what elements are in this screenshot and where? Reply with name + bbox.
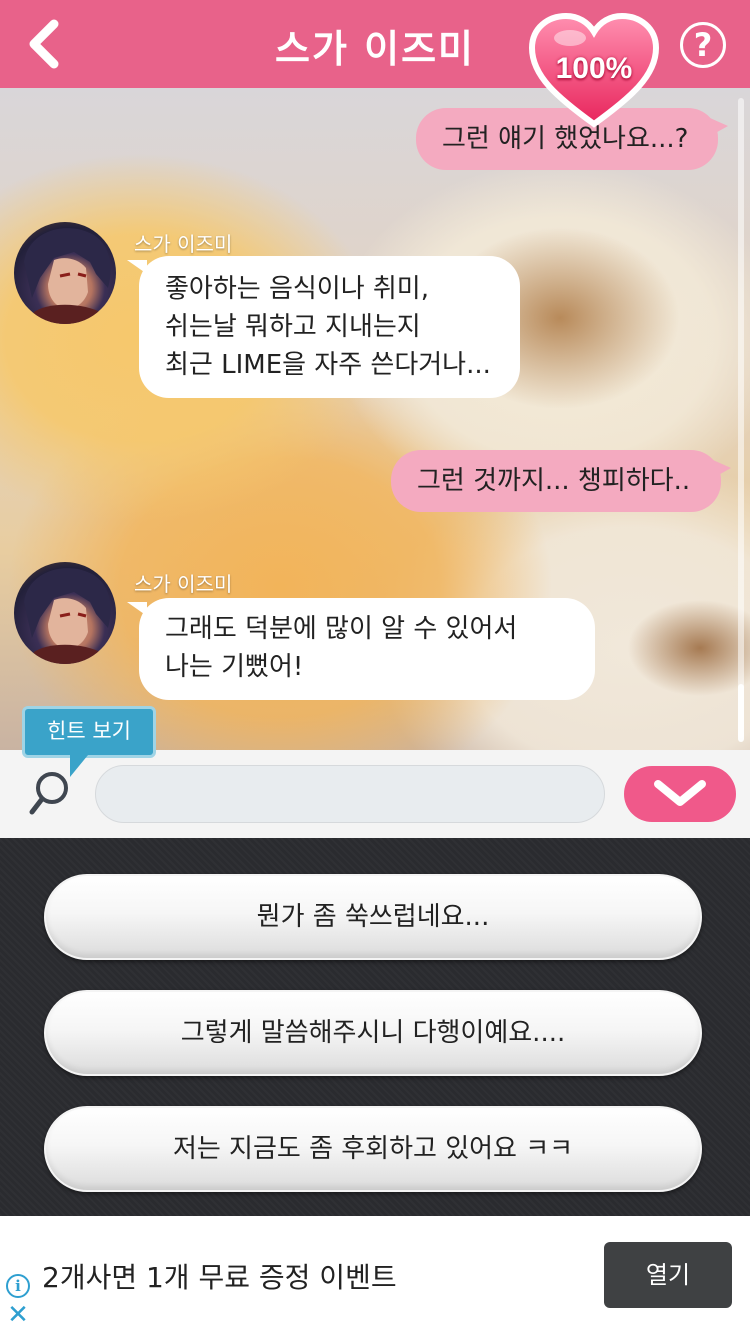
avatar[interactable] (14, 562, 116, 664)
avatar[interactable] (14, 222, 116, 324)
message-line: 좋아하는 음식이나 취미, (165, 274, 429, 304)
send-button[interactable] (624, 766, 736, 822)
message-line: 쉬는날 뭐하고 지내는지 (165, 312, 421, 342)
my-message-bubble: 그런 것까지... 챙피하다.. (391, 450, 731, 512)
ad-text: 2개사면 1개 무료 증정 이벤트 (42, 1261, 397, 1294)
message-line: 그래도 덕분에 많이 알 수 있어서 (165, 614, 518, 644)
message-line: 최근 LIME을 자주 쓴다거나... (165, 350, 491, 380)
bubble-tail (127, 602, 147, 616)
reply-choice-3[interactable]: 저는 지금도 좀 후회하고 있어요 ㅋㅋ (44, 1106, 702, 1192)
ad-close-icon[interactable]: ✕ (4, 1300, 32, 1330)
their-message-bubble: 좋아하는 음식이나 취미, 쉬는날 뭐하고 지내는지 최근 LIME을 자주 쓴… (127, 256, 520, 398)
message-line: 나는 기뻤어! (165, 652, 304, 682)
help-button[interactable]: ? (680, 22, 726, 68)
speaker-name: 스가 이즈미 (134, 232, 233, 256)
message-text: 그런 것까지... 챙피하다.. (417, 466, 691, 496)
affection-heart: 100% (528, 12, 660, 130)
reply-choices-panel: 뭔가 좀 쑥쓰럽네요... 그렇게 말씀해주시니 다행이예요.... 저는 지금… (0, 838, 750, 1216)
scrollbar-thumb[interactable] (738, 684, 744, 742)
bubble-tail (713, 460, 731, 478)
character-portrait-icon (24, 228, 111, 324)
character-portrait-icon (24, 568, 111, 664)
reply-choice-2[interactable]: 그렇게 말씀해주시니 다행이예요.... (44, 990, 702, 1076)
ad-info-icon[interactable]: i (6, 1274, 30, 1298)
ad-open-button[interactable]: 열기 (604, 1242, 732, 1308)
search-icon[interactable] (28, 768, 72, 820)
bubble-tail (127, 260, 147, 274)
their-message-bubble: 그래도 덕분에 많이 알 수 있어서 나는 기뻤어! (127, 598, 595, 700)
reply-choice-1[interactable]: 뭔가 좀 쑥쓰럽네요... (44, 874, 702, 960)
bubble-tail (710, 118, 728, 136)
message-input[interactable] (95, 765, 605, 823)
chat-area[interactable]: 그런 얘기 했었나요...? 스가 이즈미 좋아하는 음식이나 취미, 쉬는날 … (0, 88, 750, 750)
speaker-name: 스가 이즈미 (134, 572, 233, 596)
chevron-down-icon (654, 780, 706, 806)
hint-tooltip-tail (70, 755, 88, 777)
scrollbar-track[interactable] (738, 98, 744, 738)
affection-percent: 100% (555, 52, 633, 85)
hint-button[interactable]: 힌트 보기 (22, 706, 156, 758)
